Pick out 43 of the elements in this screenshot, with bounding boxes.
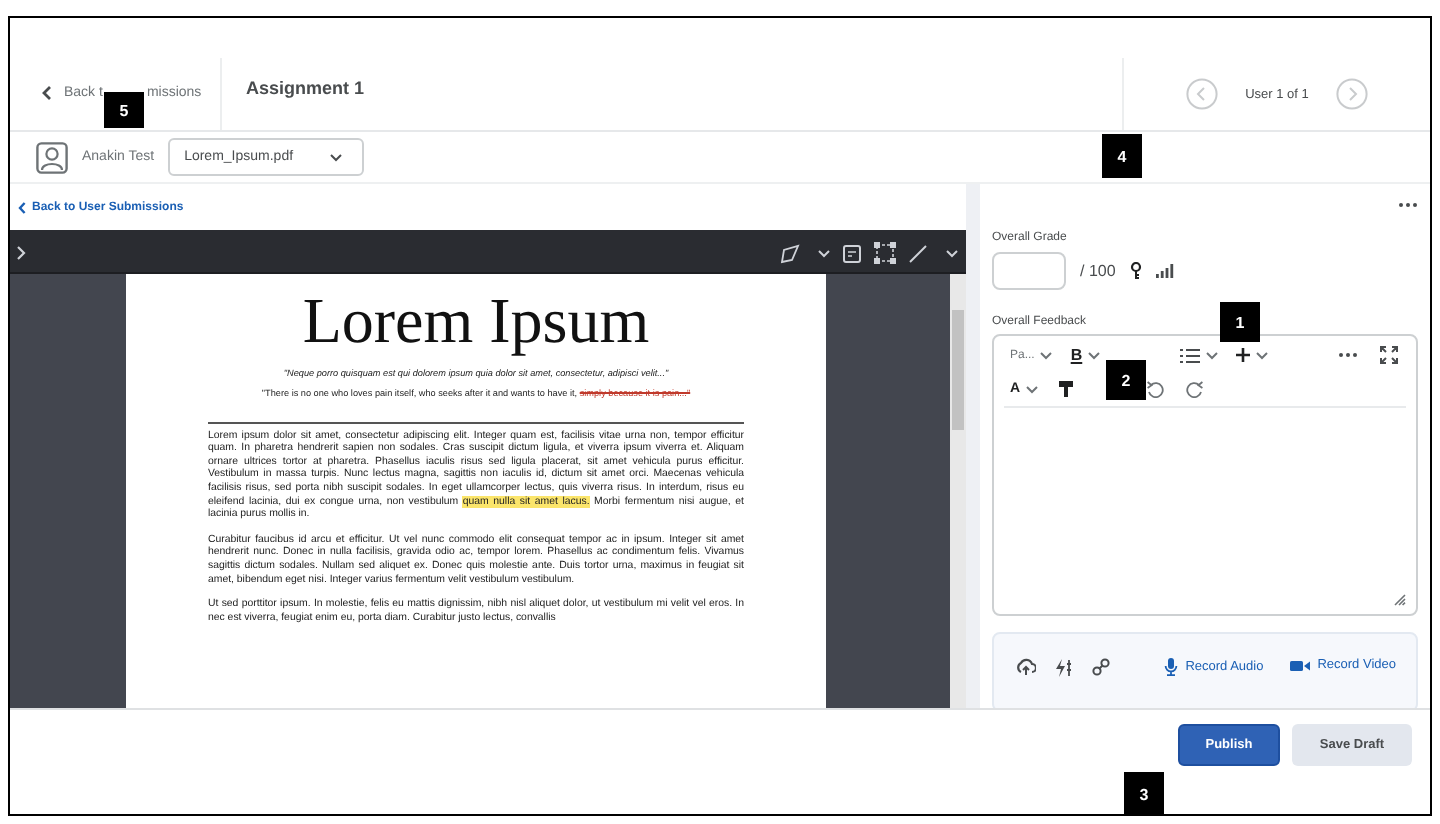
link-icon[interactable]	[1092, 658, 1110, 676]
chevron-left-icon[interactable]	[18, 201, 26, 213]
pen-icon[interactable]	[780, 243, 800, 263]
line-icon[interactable]	[908, 243, 928, 263]
list-icon	[1180, 347, 1201, 363]
chevron-right-icon[interactable]	[16, 246, 26, 260]
callout-number: 5	[104, 92, 144, 128]
undo-icon[interactable]	[1146, 380, 1165, 398]
bars-icon[interactable]	[1155, 264, 1174, 278]
caret-icon	[330, 153, 343, 161]
scrollbar[interactable]	[950, 274, 966, 708]
bold-button[interactable]: B	[1064, 346, 1107, 364]
caret-icon	[1088, 351, 1101, 359]
resize-handle-icon[interactable]	[1394, 594, 1406, 606]
grade-max: / 100	[1080, 262, 1116, 280]
fullscreen-icon[interactable]	[1380, 346, 1398, 364]
grade-input[interactable]	[992, 252, 1066, 290]
caret-icon	[1256, 351, 1269, 359]
note-icon[interactable]	[842, 243, 862, 263]
lightning-icon[interactable]	[1054, 658, 1074, 678]
video-camera-icon	[1289, 659, 1310, 671]
callout-number: 3	[1124, 772, 1164, 814]
caret-icon	[1040, 351, 1053, 359]
caret-icon	[1206, 351, 1219, 359]
callout-number: 1	[1220, 302, 1260, 342]
caret-icon	[818, 249, 830, 257]
callout-number: 2	[1106, 360, 1146, 400]
key-icon[interactable]	[1129, 262, 1142, 280]
paint-format-icon[interactable]	[1058, 380, 1075, 398]
microphone-icon	[1163, 658, 1178, 676]
selection-icon[interactable]	[874, 242, 896, 264]
user-icon	[36, 141, 68, 173]
upload-icon[interactable]	[1016, 658, 1036, 676]
caret-icon	[946, 249, 958, 257]
chevron-left-icon[interactable]	[42, 85, 52, 99]
more-icon[interactable]	[1338, 352, 1358, 358]
callout-number: 4	[1102, 134, 1142, 178]
plus-icon	[1236, 348, 1251, 362]
more-icon[interactable]	[1398, 202, 1418, 208]
document-title: Lorem Ipsum	[300, 282, 652, 359]
redo-icon[interactable]	[1186, 380, 1205, 398]
caret-icon	[1026, 385, 1039, 393]
assignment-title: Assignment 1	[244, 76, 365, 102]
